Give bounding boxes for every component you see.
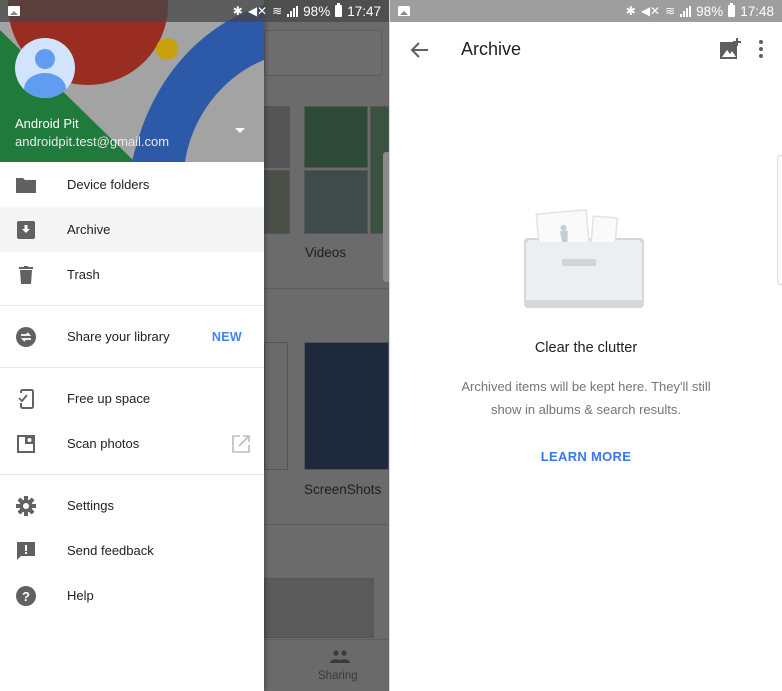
menu-label: Trash (67, 267, 100, 282)
menu-item-share-library[interactable]: Share your library NEW (0, 314, 264, 359)
drawer-menu: Device folders Archive Trash Share your (0, 162, 264, 618)
image-notification-icon (398, 6, 410, 16)
signal-icon (680, 5, 692, 17)
page-title: Archive (461, 39, 522, 59)
left-screen: ✱ ◀✕ ≋ 98% 17:47 Videos ScreenShots Shar… (0, 0, 389, 691)
wifi-icon: ≋ (272, 4, 283, 18)
feedback-icon (16, 541, 36, 561)
more-vert-icon[interactable] (756, 38, 766, 60)
account-switcher-caret-icon[interactable] (235, 128, 245, 133)
screenshot-thumbnail (264, 342, 288, 470)
image-notification-icon (8, 6, 20, 16)
menu-label: Free up space (67, 391, 151, 406)
photo-thumbnail (264, 170, 290, 234)
menu-label: Share your library (67, 329, 170, 344)
menu-item-scan-photos[interactable]: Scan photos (0, 421, 264, 466)
bluetooth-icon: ✱ (232, 4, 243, 18)
mute-icon: ◀✕ (247, 4, 268, 18)
new-badge: NEW (211, 329, 242, 344)
open-external-icon (232, 434, 250, 453)
sharing-icon (330, 650, 350, 663)
svg-text:?: ? (22, 589, 30, 604)
photo-thumbnail (264, 578, 374, 638)
menu-item-trash[interactable]: Trash (0, 252, 264, 297)
account-avatar[interactable] (15, 38, 75, 98)
right-screen: ✱ ◀✕ ≋ 98% 17:48 Archive Clear the clutt… (390, 0, 782, 691)
photo-thumbnail (264, 106, 290, 168)
archive-box-illustration (524, 209, 644, 308)
video-thumbnail (304, 170, 368, 234)
bottom-navigation: Sharing (264, 639, 389, 691)
archive-icon (16, 220, 36, 240)
learn-more-button[interactable]: LEARN MORE (390, 449, 782, 464)
battery-icon (728, 3, 736, 17)
clock: 17:48 (740, 3, 774, 19)
signal-icon (287, 5, 299, 17)
menu-item-device-folders[interactable]: Device folders (0, 162, 264, 207)
settings-icon (16, 495, 36, 516)
menu-label: Scan photos (67, 436, 140, 451)
menu-label: Send feedback (67, 543, 154, 558)
menu-item-archive[interactable]: Archive (0, 207, 264, 252)
app-bar: Archive (390, 22, 782, 78)
menu-divider (0, 367, 264, 368)
menu-divider (0, 305, 264, 306)
nav-sharing[interactable]: Sharing (318, 670, 358, 682)
menu-label: Archive (67, 222, 111, 237)
video-thumbnail (304, 106, 368, 168)
bluetooth-icon: ✱ (625, 4, 636, 18)
wifi-icon: ≋ (665, 4, 676, 18)
arrow-back-icon[interactable] (408, 38, 432, 62)
account-email: androidpit.test@gmail.com (15, 134, 170, 149)
background-gallery: Videos ScreenShots Sharing (264, 22, 389, 691)
share-library-icon (16, 326, 36, 347)
battery-percent: 98% (303, 3, 331, 19)
screenshot-thumbnail (304, 342, 389, 470)
free-space-icon (16, 388, 36, 409)
drawer-header: Android Pit androidpit.test@gmail.com (0, 0, 264, 162)
menu-label: Settings (67, 498, 114, 513)
menu-label: Device folders (67, 177, 150, 192)
album-label-screenshots: ScreenShots (304, 482, 382, 497)
empty-state-title: Clear the clutter (534, 340, 638, 356)
menu-item-help[interactable]: ? Help (0, 573, 264, 618)
empty-state-description: Archived items will be kept here. They'l… (461, 379, 711, 417)
divider (264, 288, 389, 289)
divider (264, 524, 389, 525)
help-icon: ? (16, 585, 36, 606)
menu-item-free-up-space[interactable]: Free up space (0, 376, 264, 421)
add-photo-icon[interactable] (720, 38, 742, 60)
status-bar: ✱ ◀✕ ≋ 98% 17:47 (0, 0, 389, 22)
album-label-videos: Videos (305, 245, 347, 260)
trash-icon (16, 265, 36, 285)
account-name: Android Pit (15, 116, 79, 131)
scan-photos-icon (16, 434, 36, 454)
background-search-box (264, 30, 382, 76)
folder-icon (16, 175, 36, 195)
navigation-drawer: Android Pit androidpit.test@gmail.com De… (0, 0, 264, 691)
menu-item-settings[interactable]: Settings (0, 483, 264, 528)
battery-icon (335, 3, 343, 17)
status-bar: ✱ ◀✕ ≋ 98% 17:48 (390, 0, 782, 22)
menu-divider (0, 474, 264, 475)
clock: 17:47 (347, 3, 381, 19)
menu-item-send-feedback[interactable]: Send feedback (0, 528, 264, 573)
edge-panel-handle[interactable] (777, 155, 782, 285)
battery-percent: 98% (696, 3, 724, 19)
mute-icon: ◀✕ (640, 4, 661, 18)
menu-label: Help (67, 588, 94, 603)
